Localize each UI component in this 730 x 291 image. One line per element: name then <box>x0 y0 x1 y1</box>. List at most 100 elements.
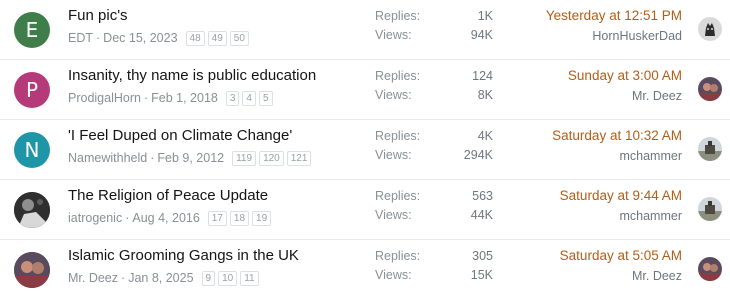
thread-author[interactable]: iatrogenic <box>68 210 122 226</box>
page-link[interactable]: 49 <box>207 30 227 46</box>
page-link[interactable]: 17 <box>207 210 227 226</box>
thread-author[interactable]: ProdigalHorn <box>68 90 141 106</box>
author-avatar[interactable] <box>14 252 50 288</box>
thread-stats: Replies: 563 Views: 44K <box>375 188 493 226</box>
last-post: Saturday at 5:05 AM Mr. Deez <box>560 247 682 284</box>
last-post-user[interactable]: Mr. Deez <box>568 88 682 104</box>
last-post-user[interactable]: mchammer <box>552 148 682 164</box>
thread-title[interactable]: Islamic Grooming Gangs in the UK <box>68 247 358 265</box>
last-poster-avatar[interactable] <box>698 137 722 161</box>
replies-stat: Replies: 1K <box>375 8 493 25</box>
thread-title[interactable]: The Religion of Peace Update <box>68 187 358 205</box>
thread-title[interactable]: 'I Feel Duped on Climate Change' <box>68 127 358 145</box>
thread-meta: iatrogenic · Aug 4, 2016 17 18 19 <box>68 210 358 226</box>
page-link[interactable]: 119 <box>232 150 257 166</box>
thread-meta: Namewithheld · Feb 9, 2012 119 120 121 <box>68 150 358 166</box>
thread-meta: ProdigalHorn · Feb 1, 2018 3 4 5 <box>68 90 358 106</box>
replies-count: 305 <box>472 249 493 263</box>
thread-start-date: Dec 15, 2023 <box>103 31 178 45</box>
views-count: 294K <box>463 148 493 162</box>
last-post: Sunday at 3:00 AM Mr. Deez <box>568 67 682 104</box>
page-jump-links: 48 49 50 <box>185 30 249 46</box>
last-poster-avatar[interactable] <box>698 257 722 281</box>
replies-count: 4K <box>477 129 493 143</box>
views-label: Views: <box>375 28 412 42</box>
thread-list: E Fun pic's EDT · Dec 15, 2023 48 49 50 … <box>0 0 730 291</box>
replies-count: 1K <box>477 9 493 23</box>
views-count: 94K <box>470 28 493 42</box>
views-stat: Views: 44K <box>375 207 493 224</box>
thread-start-date: Aug 4, 2016 <box>132 211 200 225</box>
page-jump-links: 119 120 121 <box>232 150 312 166</box>
views-stat: Views: 94K <box>375 27 493 44</box>
thread-author[interactable]: EDT <box>68 30 93 46</box>
last-post-user[interactable]: Mr. Deez <box>560 268 682 284</box>
last-post-date[interactable]: Sunday at 3:00 AM <box>568 67 682 85</box>
thread-main: 'I Feel Duped on Climate Change' Namewit… <box>68 127 358 166</box>
thread-meta: EDT · Dec 15, 2023 48 49 50 <box>68 30 358 46</box>
page-jump-links: 3 4 5 <box>225 90 273 106</box>
page-link[interactable]: 9 <box>201 270 216 286</box>
page-link[interactable]: 4 <box>242 90 256 106</box>
last-post-date[interactable]: Yesterday at 12:51 PM <box>546 7 682 25</box>
author-avatar[interactable] <box>14 192 50 228</box>
replies-label: Replies: <box>375 129 421 143</box>
thread-title[interactable]: Fun pic's <box>68 7 358 25</box>
thread-row: Islamic Grooming Gangs in the UK Mr. Dee… <box>0 240 730 291</box>
last-post-user[interactable]: HornHuskerDad <box>546 28 682 44</box>
last-post-user[interactable]: mchammer <box>560 208 682 224</box>
views-label: Views: <box>375 268 412 282</box>
thread-start-date: Feb 1, 2018 <box>151 91 218 105</box>
page-link[interactable]: 48 <box>185 30 205 46</box>
last-poster-avatar[interactable] <box>698 77 722 101</box>
thread-author[interactable]: Mr. Deez <box>68 270 118 286</box>
views-stat: Views: 15K <box>375 267 493 284</box>
last-post: Saturday at 10:32 AM mchammer <box>552 127 682 164</box>
page-link[interactable]: 10 <box>218 270 238 286</box>
last-post-date[interactable]: Saturday at 5:05 AM <box>560 247 682 265</box>
avatar-letter: N <box>24 138 40 162</box>
replies-label: Replies: <box>375 9 421 23</box>
page-link[interactable]: 18 <box>229 210 250 226</box>
page-link[interactable]: 50 <box>229 30 249 46</box>
thread-meta: Mr. Deez · Jan 8, 2025 9 10 11 <box>68 270 358 286</box>
thread-author[interactable]: Namewithheld <box>68 150 147 166</box>
page-link[interactable]: 5 <box>258 90 273 106</box>
last-post-date[interactable]: Saturday at 10:32 AM <box>552 127 682 145</box>
replies-count: 563 <box>472 189 493 203</box>
views-stat: Views: 294K <box>375 147 493 164</box>
replies-label: Replies: <box>375 189 421 203</box>
thread-stats: Replies: 124 Views: 8K <box>375 68 493 106</box>
meta-separator: · <box>121 271 126 285</box>
thread-main: Islamic Grooming Gangs in the UK Mr. Dee… <box>68 247 358 286</box>
last-post: Saturday at 9:44 AM mchammer <box>560 187 682 224</box>
replies-stat: Replies: 563 <box>375 188 493 205</box>
replies-stat: Replies: 305 <box>375 248 493 265</box>
page-link[interactable]: 19 <box>252 210 272 226</box>
page-jump-links: 9 10 11 <box>201 270 259 286</box>
avatar-letter: P <box>25 78 39 102</box>
page-link[interactable]: 11 <box>240 270 259 286</box>
thread-main: Fun pic's EDT · Dec 15, 2023 48 49 50 <box>68 7 358 46</box>
thread-main: Insanity, thy name is public education P… <box>68 67 358 106</box>
thread-start-date: Feb 9, 2012 <box>157 151 225 165</box>
last-poster-avatar[interactable] <box>698 197 722 221</box>
author-avatar[interactable]: P <box>14 72 50 108</box>
thread-title[interactable]: Insanity, thy name is public education <box>68 67 358 85</box>
last-poster-avatar[interactable] <box>698 17 722 41</box>
thread-stats: Replies: 305 Views: 15K <box>375 248 493 286</box>
author-avatar[interactable]: E <box>14 12 50 48</box>
thread-main: The Religion of Peace Update iatrogenic … <box>68 187 358 226</box>
author-avatar[interactable]: N <box>14 132 50 168</box>
thread-stats: Replies: 1K Views: 94K <box>375 8 493 46</box>
replies-count: 124 <box>472 69 493 83</box>
thread-row: E Fun pic's EDT · Dec 15, 2023 48 49 50 … <box>0 0 730 60</box>
page-link[interactable]: 121 <box>286 150 312 166</box>
replies-stat: Replies: 124 <box>375 68 493 85</box>
replies-label: Replies: <box>375 249 421 263</box>
page-link[interactable]: 120 <box>259 150 284 166</box>
page-link[interactable]: 3 <box>225 90 240 106</box>
last-post-date[interactable]: Saturday at 9:44 AM <box>560 187 682 205</box>
replies-label: Replies: <box>375 69 421 83</box>
views-count: 44K <box>470 208 493 222</box>
